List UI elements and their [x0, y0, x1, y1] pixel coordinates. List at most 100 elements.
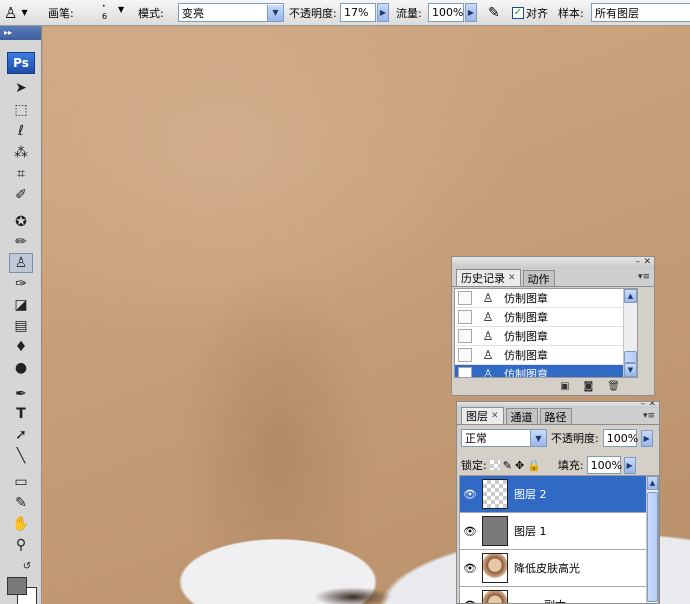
layer-row[interactable]: 👁 副本 — [460, 587, 646, 604]
zoom-tool-icon[interactable]: ⚲ — [9, 535, 33, 555]
lock-label: 锁定: — [461, 459, 487, 472]
swap-colors-icon[interactable]: ↺ — [20, 556, 34, 576]
snapshot-source-box[interactable] — [458, 348, 472, 362]
lock-all-icon[interactable]: 🔒 — [527, 459, 541, 472]
sample-label: 样本: — [558, 6, 584, 20]
lock-transparency-icon[interactable] — [489, 460, 500, 470]
flow-slider-button[interactable]: ▶ — [465, 3, 477, 22]
line-tool-icon[interactable]: ╲ — [9, 446, 33, 466]
layer-row[interactable]: 👁 图层 2 — [460, 476, 646, 513]
close-tab-icon[interactable]: ✕ — [508, 273, 516, 283]
history-panel-titlebar[interactable]: – ✕ — [452, 257, 654, 269]
layer-row[interactable]: 👁 图层 1 — [460, 513, 646, 550]
fill-label: 填充: — [557, 459, 584, 472]
history-item-selected[interactable]: ♙ 仿制图章 — [455, 365, 637, 377]
hand-tool-icon[interactable]: ✋ — [9, 514, 33, 534]
brush-tool-icon[interactable]: ✏ — [9, 232, 33, 252]
scroll-thumb[interactable] — [624, 351, 637, 363]
layer-opacity-slider-button[interactable]: ▶ — [640, 429, 653, 447]
fill-value: 100% — [590, 458, 623, 472]
aligned-checkbox[interactable]: ✓ 对齐 — [512, 3, 548, 22]
mode-select[interactable]: 变亮 ▼ — [178, 3, 284, 22]
sample-select[interactable]: 所有图层 — [591, 3, 690, 22]
flow-input[interactable]: 100% — [428, 3, 464, 22]
dodge-icon[interactable]: ● — [9, 358, 33, 378]
opacity-label: 不透明度: — [289, 6, 337, 20]
eye-icon[interactable]: 👁 — [460, 562, 480, 575]
foreground-color-swatch[interactable] — [7, 577, 27, 595]
mode-label: 模式: — [138, 6, 164, 20]
layer-thumbnail — [482, 516, 508, 546]
snapshot-source-box[interactable] — [458, 291, 472, 305]
notes-icon[interactable]: ▭ — [9, 472, 33, 492]
eye-icon[interactable]: 👁 — [460, 599, 480, 604]
slice-tool-icon[interactable]: ✐ — [9, 185, 33, 205]
airbrush-icon[interactable]: ✎ — [488, 3, 500, 22]
new-document-icon[interactable]: ▣ — [560, 381, 569, 392]
panel-menu-icon[interactable]: ▾≡ — [643, 411, 655, 421]
clone-stamp-icon[interactable]: ♙ — [9, 253, 33, 273]
clone-stamp-preset-icon[interactable]: ♙ ▼ — [4, 3, 28, 22]
ps-logo[interactable]: Ps — [7, 52, 35, 74]
magic-wand-icon[interactable]: ⁂ — [9, 143, 33, 163]
layer-row[interactable]: 👁 降低皮肤高光 — [460, 550, 646, 587]
layers-panel: – ✕ 图层 ✕ 通道 路径 ▾≡ 正常 ▼ 不透明度: 100% ▶ 锁定: ✎… — [456, 401, 660, 604]
move-tool-icon[interactable]: ➤ — [9, 78, 33, 98]
toolbox-grip[interactable]: ▸▸ — [0, 26, 41, 40]
snapshot-source-box[interactable] — [458, 367, 472, 377]
history-panel: – ✕ 历史记录 ✕ 动作 ▾≡ ♙ 仿制图章 ♙ 仿制图章 ♙ 仿制图章 ♙ 仿… — [451, 256, 655, 396]
minimize-icon[interactable]: – — [636, 257, 641, 267]
opacity-input[interactable]: 17% — [340, 3, 376, 22]
brush-picker[interactable]: • 6 ▼ — [92, 3, 124, 22]
brush-label: 画笔: — [48, 6, 74, 20]
eraser-icon[interactable]: ◪ — [9, 295, 33, 315]
blur-icon[interactable]: ♦ — [9, 337, 33, 357]
lasso-tool-icon[interactable]: ℓ — [9, 121, 33, 141]
pen-tool-icon[interactable]: ✒ — [9, 384, 33, 404]
history-list: ♙ 仿制图章 ♙ 仿制图章 ♙ 仿制图章 ♙ 仿制图章 ♙ 仿制图章 ▲ ▼ — [454, 288, 638, 378]
history-brush-icon[interactable]: ✑ — [9, 274, 33, 294]
lock-move-icon[interactable]: ✥ — [515, 459, 524, 472]
history-item[interactable]: ♙ 仿制图章 — [455, 308, 637, 327]
clone-stamp-icon: ♙ — [482, 291, 494, 305]
scroll-down-icon[interactable]: ▼ — [624, 363, 637, 377]
crop-tool-icon[interactable]: ⌗ — [9, 164, 33, 184]
tab-channels-label: 通道 — [510, 410, 533, 424]
history-item[interactable]: ♙ 仿制图章 — [455, 327, 637, 346]
marquee-tool-icon[interactable]: ⬚ — [9, 100, 33, 120]
eyedropper-icon[interactable]: ✎ — [9, 493, 33, 513]
layer-opacity-input[interactable]: 100% — [602, 429, 638, 447]
tab-history[interactable]: 历史记录 ✕ — [456, 269, 521, 286]
opacity-slider-button[interactable]: ▶ — [377, 3, 389, 22]
scroll-up-icon[interactable]: ▲ — [624, 289, 637, 303]
gradient-icon[interactable]: ▤ — [9, 316, 33, 336]
layers-scrollbar[interactable]: ▲ — [646, 476, 658, 603]
snapshot-source-box[interactable] — [458, 329, 472, 343]
tab-layers[interactable]: 图层 ✕ — [461, 407, 504, 424]
scroll-up-icon[interactable]: ▲ — [647, 476, 658, 490]
panel-menu-icon[interactable]: ▾≡ — [638, 272, 650, 282]
history-scrollbar[interactable]: ▲ ▼ — [623, 289, 637, 377]
fill-slider-button[interactable]: ▶ — [623, 456, 636, 474]
snapshot-source-box[interactable] — [458, 310, 472, 324]
history-item-label: 仿制图章 — [504, 292, 548, 305]
eye-icon[interactable]: 👁 — [460, 488, 480, 501]
snapshot-camera-icon[interactable]: ◙ — [584, 381, 594, 392]
tab-actions[interactable]: 动作 — [522, 270, 555, 286]
lock-paint-icon[interactable]: ✎ — [503, 459, 512, 472]
close-tab-icon[interactable]: ✕ — [491, 411, 499, 421]
scroll-thumb[interactable] — [647, 492, 658, 602]
healing-brush-icon[interactable]: ✪ — [9, 212, 33, 232]
history-item[interactable]: ♙ 仿制图章 — [455, 289, 637, 308]
type-tool-icon[interactable]: T — [9, 404, 33, 424]
blend-mode-select[interactable]: 正常 ▼ — [461, 429, 547, 447]
trash-icon[interactable]: 🗑 — [607, 381, 620, 392]
clone-stamp-icon: ♙ — [482, 310, 494, 324]
history-item[interactable]: ♙ 仿制图章 — [455, 346, 637, 365]
fill-input[interactable]: 100% — [586, 456, 623, 474]
tab-channels[interactable]: 通道 — [505, 408, 538, 424]
path-select-icon[interactable]: ➚ — [9, 425, 33, 445]
tab-paths[interactable]: 路径 — [539, 408, 572, 424]
eye-icon[interactable]: 👁 — [460, 525, 480, 538]
close-icon[interactable]: ✕ — [643, 257, 651, 267]
